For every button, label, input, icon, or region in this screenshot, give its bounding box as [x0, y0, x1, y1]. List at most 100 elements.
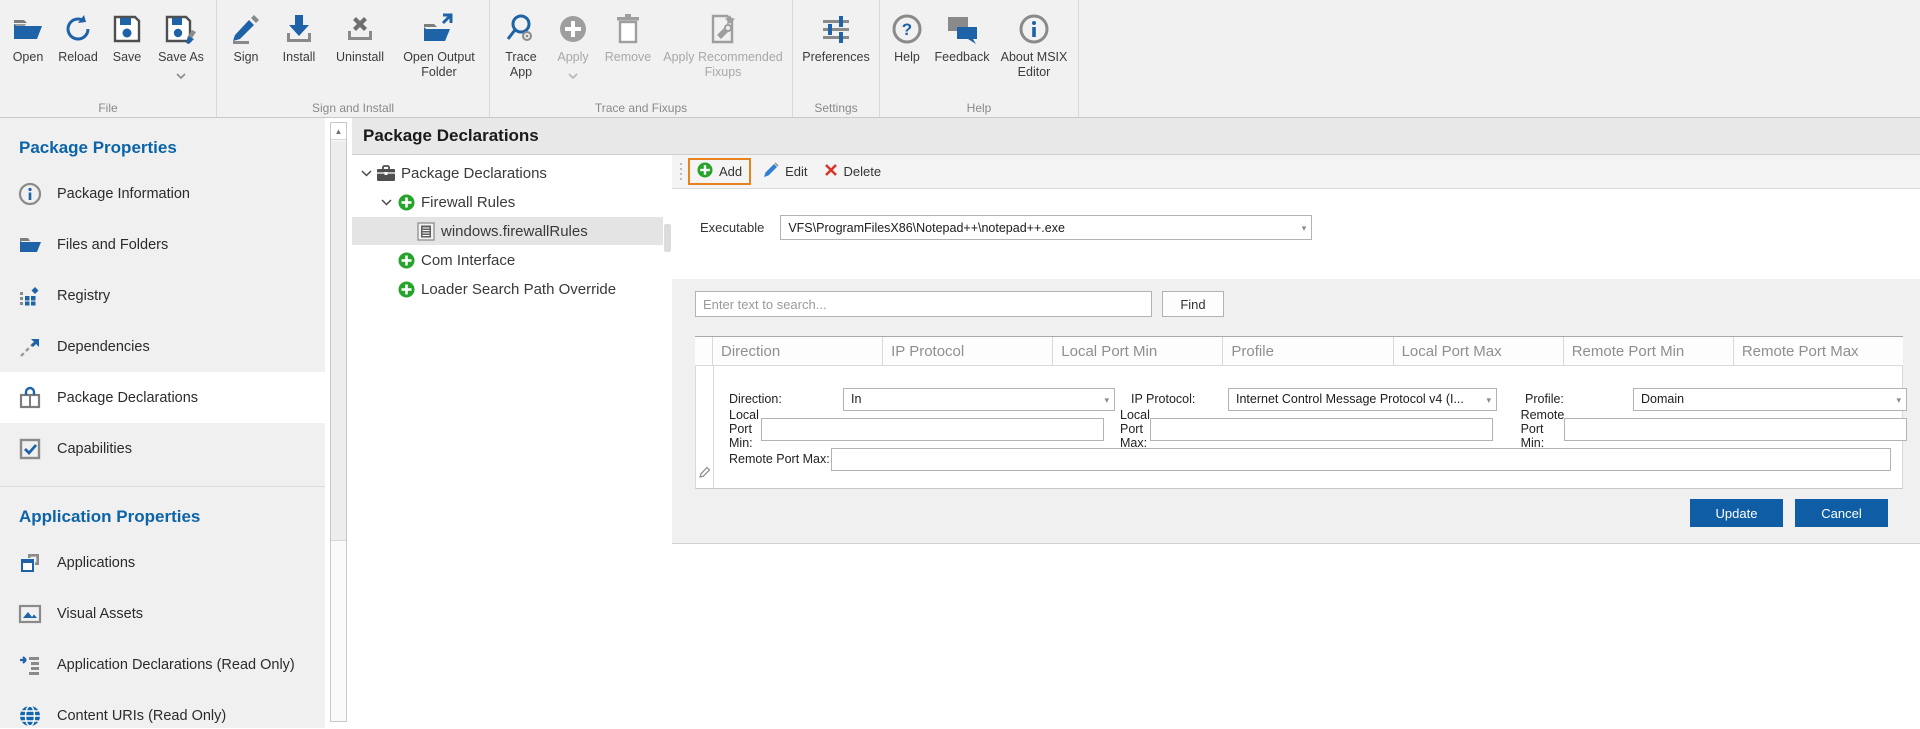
sidebar-item-registry[interactable]: Registry — [0, 270, 325, 321]
save-as-dropdown-icon[interactable] — [176, 66, 186, 84]
column-header-direction[interactable]: Direction — [713, 337, 883, 365]
sidebar-item-application-declarations[interactable]: Application Declarations (Read Only) — [0, 639, 325, 690]
rule-edit-row: Direction: In ▾ IP Protocol: Internet Co… — [695, 366, 1903, 489]
tree-node-package-declarations[interactable]: Package Declarations — [352, 159, 663, 187]
toolbar-drag-handle[interactable] — [676, 162, 686, 182]
chevron-down-icon[interactable] — [378, 199, 394, 206]
tree-node-firewall-rules[interactable]: Firewall Rules — [352, 188, 663, 216]
column-header-remote-port-max[interactable]: Remote Port Max — [1734, 337, 1903, 365]
tree-node-windows-firewallrules[interactable]: windows.firewallRules — [352, 217, 663, 245]
edit-pencil-icon — [763, 162, 779, 181]
reload-button[interactable]: Reload — [52, 4, 104, 99]
sidebar-item-capabilities[interactable]: Capabilities — [0, 423, 325, 474]
save-as-label: Save As — [158, 50, 204, 65]
svg-text:?: ? — [902, 20, 912, 39]
globe-icon — [18, 704, 42, 728]
remote-port-max-input[interactable] — [831, 448, 1891, 471]
sidebar-item-files-and-folders[interactable]: Files and Folders — [0, 219, 325, 270]
column-header-remote-port-min[interactable]: Remote Port Min — [1564, 337, 1734, 365]
navigation-sidebar: Package Properties Package Information F… — [0, 118, 325, 728]
save-as-button[interactable]: Save As — [150, 4, 212, 99]
executable-value: VFS\ProgramFilesX86\Notepad++\notepad++.… — [788, 221, 1065, 235]
column-header-local-port-max[interactable]: Local Port Max — [1394, 337, 1564, 365]
add-button[interactable]: Add — [688, 158, 751, 185]
tree-node-loader-search-path-override[interactable]: Loader Search Path Override — [352, 275, 663, 303]
scrollbar-thumb[interactable] — [331, 141, 346, 541]
toolbox-icon — [376, 164, 396, 182]
save-icon — [111, 8, 143, 50]
apply-plus-icon — [557, 8, 589, 50]
page-title-bar: Package Declarations — [352, 118, 1920, 155]
panel-splitter[interactable] — [663, 155, 672, 728]
about-msix-editor-label: About MSIX Editor — [994, 50, 1074, 80]
ribbon-group-help: ? Help Feedback About MSIX Editor Help — [880, 0, 1079, 117]
profile-dropdown[interactable]: Domain ▾ — [1633, 388, 1907, 411]
info-circle-icon — [1018, 8, 1050, 50]
green-plus-icon — [396, 281, 416, 298]
direction-dropdown[interactable]: In ▾ — [843, 388, 1115, 411]
install-label: Install — [283, 50, 316, 65]
column-header-profile[interactable]: Profile — [1223, 337, 1393, 365]
ribbon-group-sign-install: Sign Install Uninstall Open Output Folde… — [217, 0, 490, 117]
tree-node-com-interface[interactable]: Com Interface — [352, 246, 663, 274]
tree-node-label: windows.firewallRules — [441, 223, 588, 240]
sidebar-item-visual-assets[interactable]: Visual Assets — [0, 588, 325, 639]
splitter-grip-handle[interactable] — [664, 224, 671, 252]
sidebar-item-applications[interactable]: Applications — [0, 537, 325, 588]
remove-button[interactable]: Remove — [598, 4, 658, 99]
edit-button[interactable]: Edit — [755, 159, 815, 184]
sidebar-divider — [0, 486, 325, 487]
sidebar-item-dependencies[interactable]: Dependencies — [0, 321, 325, 372]
column-header-ip-protocol[interactable]: IP Protocol — [883, 337, 1053, 365]
sign-label: Sign — [233, 50, 258, 65]
sidebar-scrollbar[interactable]: ▲ — [330, 122, 347, 722]
section-header-application-properties: Application Properties — [0, 497, 325, 537]
remote-port-min-input[interactable] — [1564, 418, 1907, 441]
apply-button[interactable]: Apply — [548, 4, 598, 99]
sidebar-item-package-information[interactable]: Package Information — [0, 168, 325, 219]
document-icon — [416, 222, 436, 241]
sign-button[interactable]: Sign — [221, 4, 271, 99]
grid-header-gutter — [695, 337, 713, 365]
ribbon-group-settings: Preferences Settings — [793, 0, 880, 117]
column-header-local-port-min[interactable]: Local Port Min — [1053, 337, 1223, 365]
green-plus-icon — [396, 252, 416, 269]
preferences-sliders-icon — [819, 8, 853, 50]
chevron-down-icon: ▾ — [1104, 395, 1109, 406]
help-button[interactable]: ? Help — [884, 4, 930, 99]
local-port-max-input[interactable] — [1150, 418, 1493, 441]
cancel-button[interactable]: Cancel — [1795, 499, 1888, 527]
apply-recommended-fixups-label: Apply Recommended Fixups — [658, 50, 788, 80]
update-button[interactable]: Update — [1690, 499, 1783, 527]
tree-node-label: Firewall Rules — [421, 194, 515, 211]
local-port-min-input[interactable] — [761, 418, 1104, 441]
edit-label: Edit — [785, 164, 807, 179]
preferences-button[interactable]: Preferences — [797, 4, 875, 99]
feedback-button[interactable]: Feedback — [930, 4, 994, 99]
save-label: Save — [113, 50, 142, 65]
search-input[interactable] — [695, 291, 1152, 317]
install-button[interactable]: Install — [271, 4, 327, 99]
tree-node-label: Loader Search Path Override — [421, 281, 616, 298]
open-button[interactable]: Open — [4, 4, 52, 99]
sidebar-item-content-uris[interactable]: Content URIs (Read Only) — [0, 690, 325, 729]
apply-recommended-fixups-button[interactable]: Apply Recommended Fixups — [658, 4, 788, 99]
trace-app-button[interactable]: Trace App — [494, 4, 548, 99]
chevron-down-icon[interactable] — [358, 170, 374, 177]
find-button[interactable]: Find — [1162, 291, 1224, 317]
ip-protocol-dropdown[interactable]: Internet Control Message Protocol v4 (I.… — [1228, 388, 1497, 411]
about-msix-editor-button[interactable]: About MSIX Editor — [994, 4, 1074, 99]
firewall-rules-grid: Direction IP Protocol Local Port Min Pro… — [695, 336, 1903, 489]
firewall-rules-detail-panel: Add Edit Delete — [672, 155, 1920, 728]
delete-button[interactable]: Delete — [816, 160, 890, 183]
visual-assets-icon — [18, 602, 42, 626]
ribbon-group-label-trace-fixups: Trace and Fixups — [490, 101, 792, 115]
ip-protocol-label: IP Protocol: — [1131, 392, 1228, 406]
save-button[interactable]: Save — [104, 4, 150, 99]
scroll-up-icon[interactable]: ▲ — [331, 123, 346, 140]
executable-dropdown[interactable]: VFS\ProgramFilesX86\Notepad++\notepad++.… — [780, 215, 1312, 240]
ribbon-group-file: Open Reload Save Save As — [0, 0, 217, 117]
uninstall-button[interactable]: Uninstall — [327, 4, 393, 99]
open-output-folder-button[interactable]: Open Output Folder — [393, 4, 485, 99]
sidebar-item-package-declarations[interactable]: Package Declarations — [0, 372, 325, 423]
